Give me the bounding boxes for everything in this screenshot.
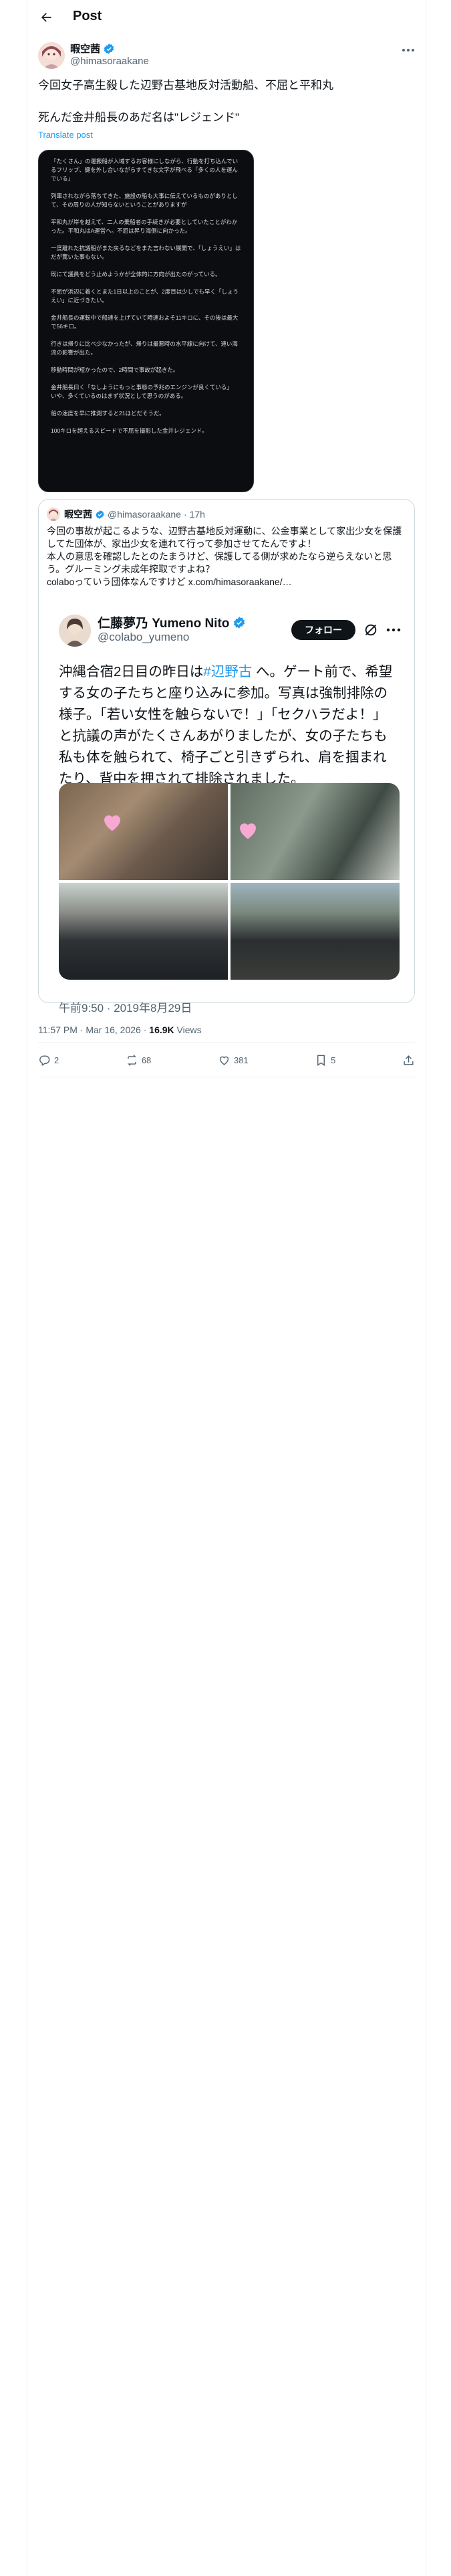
hashtag-link: #辺野古	[203, 664, 253, 679]
views-label: Views	[176, 1025, 202, 1035]
action-bar: 2 68 381 5	[38, 1047, 415, 1073]
author-name-text[interactable]: 暇空茜	[70, 41, 100, 56]
back-arrow-icon[interactable]	[38, 9, 54, 25]
embedded-author-name: 仁藤夢乃 Yumeno Nito	[98, 613, 246, 631]
main-column: Post 暇空茜 @himasoraakane 今回女子高生殺した辺野古基地反対…	[27, 0, 426, 2576]
quote-author-handle: @himasoraakane	[108, 509, 181, 520]
author-handle[interactable]: @himasoraakane	[70, 56, 149, 67]
translate-link[interactable]: Translate post	[38, 130, 93, 140]
embedded-author-avatar	[59, 615, 91, 647]
like-button[interactable]: 381	[218, 1054, 249, 1067]
share-icon	[404, 1055, 414, 1065]
more-options-icon	[386, 628, 401, 632]
reply-icon	[39, 1055, 50, 1066]
post-image-text: 「たくさん」の運搬船が入域するお客様にしながら、行動を打ち込んでいるフリップ、鍵…	[51, 158, 241, 434]
meta-separator: ·	[143, 1025, 147, 1035]
verified-badge-icon	[104, 43, 114, 54]
heart-sticker-icon	[240, 823, 256, 839]
reply-button[interactable]: 2	[38, 1054, 59, 1067]
author-name[interactable]: 暇空茜	[70, 41, 115, 56]
like-count: 381	[233, 1055, 249, 1065]
verified-badge-icon	[96, 510, 104, 519]
embedded-author-name-text: 仁藤夢乃 Yumeno Nito	[98, 617, 230, 631]
embedded-date: 午前9:50 · 2019年8月29日	[59, 1002, 192, 1014]
verified-badge-icon	[234, 616, 245, 629]
more-options-icon[interactable]	[402, 48, 415, 52]
post-text-line-2: 死んだ金井船長のあだ名は"レジェンド"	[38, 111, 240, 124]
top-bar: Post	[27, 0, 426, 35]
embedded-photo-3	[59, 883, 228, 980]
heart-sticker-icon	[104, 815, 120, 831]
bookmark-button[interactable]: 5	[315, 1054, 335, 1067]
embedded-text-rest: へ。ゲート前で、希望する女の子たちと座り込みに参加。写真は強制排除の様子。「若い…	[59, 664, 393, 786]
repost-count: 68	[141, 1055, 152, 1065]
quote-separator: ·	[183, 509, 187, 520]
bookmark-icon	[317, 1055, 325, 1066]
embedded-screenshot: 仁藤夢乃 Yumeno Nito @colabo_yumeno フォロー 沖縄合…	[47, 600, 406, 1014]
post-meta: 11:57 PM · Mar 16, 2026 · 16.9K Views	[38, 1025, 202, 1035]
repost-button[interactable]: 68	[126, 1054, 151, 1067]
page-title: Post	[73, 9, 102, 23]
quote-time: 17h	[189, 509, 205, 520]
heart-icon	[219, 1056, 229, 1065]
quote-header: 暇空茜 @himasoraakane · 17h	[64, 508, 205, 521]
embedded-photo-4	[231, 883, 400, 980]
embedded-photo-1	[59, 783, 228, 880]
grok-icon	[365, 624, 377, 636]
post-text: 今回女子高生殺した辺野古基地反対活動船、不屈と平和丸 死んだ金井船長のあだ名は"…	[38, 78, 412, 126]
share-button[interactable]	[402, 1054, 415, 1067]
post-text-line-1: 今回女子高生殺した辺野古基地反対活動船、不屈と平和丸	[38, 79, 333, 92]
quoted-post[interactable]: 暇空茜 @himasoraakane · 17h 今回の事故が起こるような、辺野…	[38, 499, 415, 1014]
post-image[interactable]: 「たくさん」の運搬船が入域するお客様にしながら、行動を打ち込んでいるフリップ、鍵…	[38, 150, 254, 492]
quote-text: 今回の事故が起こるような、辺野古基地反対運動に、公金事業として家出少女を保護して…	[47, 526, 402, 587]
post-time[interactable]: 11:57 PM · Mar 16, 2026	[38, 1025, 141, 1035]
reply-count: 2	[54, 1055, 59, 1065]
bookmark-count: 5	[331, 1055, 336, 1065]
author-avatar[interactable]	[38, 42, 65, 69]
embedded-photo-grid	[59, 783, 400, 980]
embedded-text-start: 沖縄合宿2日目の昨日は	[59, 664, 204, 679]
embedded-text: 沖縄合宿2日目の昨日は#辺野古 へ。ゲート前で、希望する女の子たちと座り込みに参…	[59, 661, 400, 790]
embedded-author-handle: @colabo_yumeno	[98, 631, 190, 643]
embedded-photo-2	[231, 783, 400, 880]
repost-icon	[127, 1054, 136, 1066]
views-count: 16.9K	[149, 1025, 174, 1035]
quote-author-name[interactable]: 暇空茜	[64, 508, 92, 521]
follow-button: フォロー	[291, 620, 355, 640]
divider	[38, 1042, 415, 1043]
quote-author-avatar[interactable]	[47, 508, 60, 521]
